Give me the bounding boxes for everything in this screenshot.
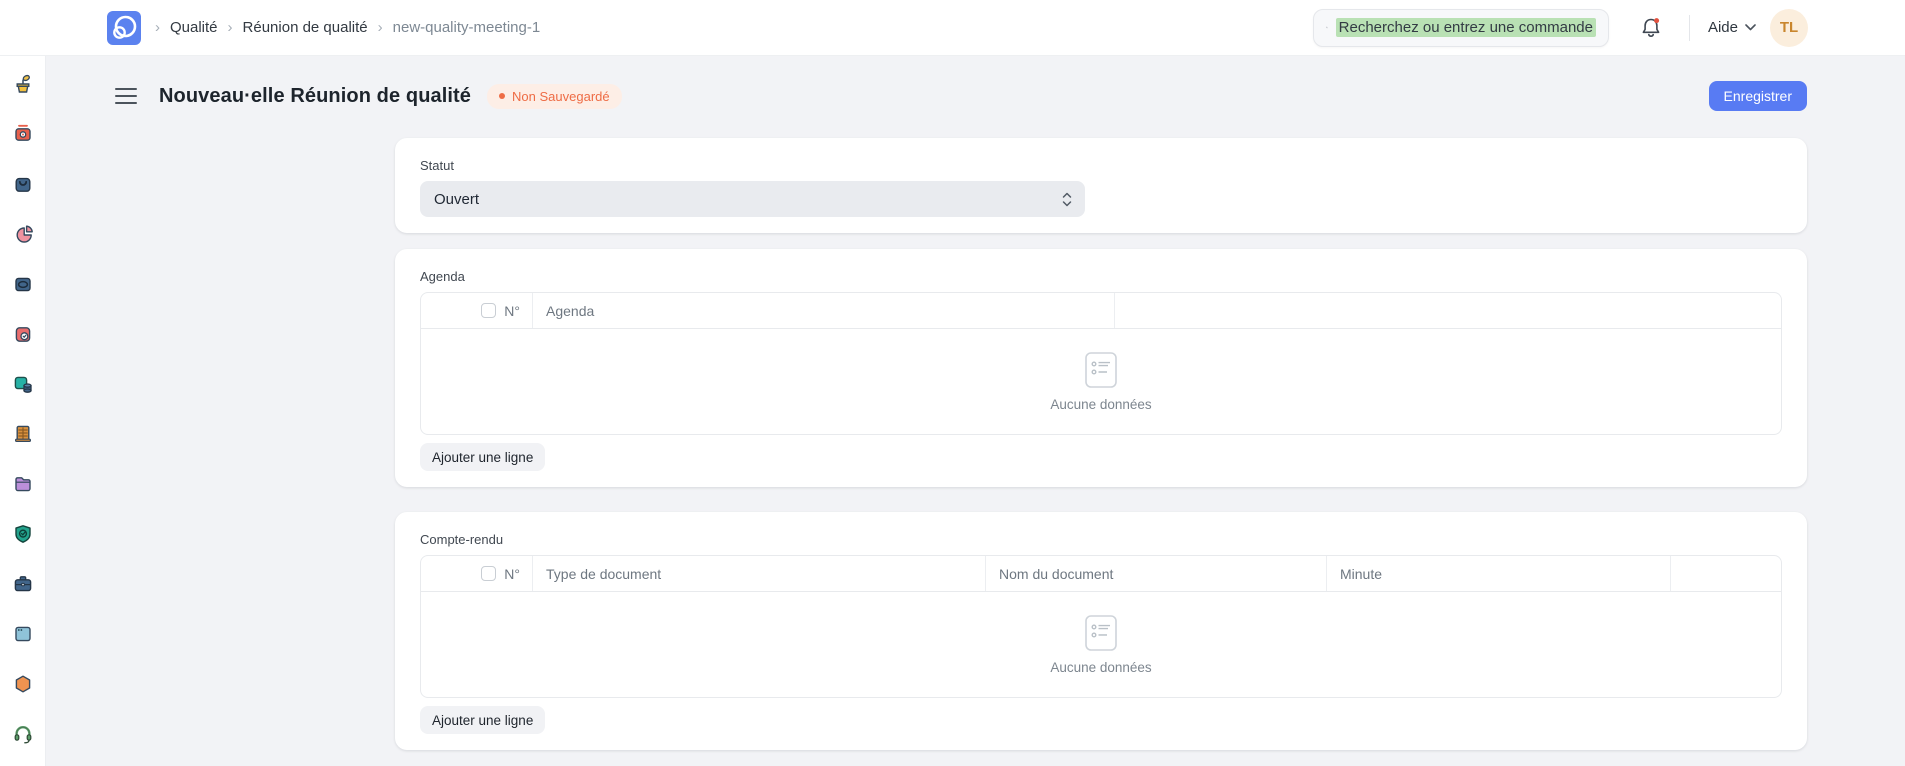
minutes-column-header-document-name: Nom du document: [986, 556, 1327, 591]
chevron-down-icon: [1745, 24, 1756, 31]
topbar-divider: [1689, 15, 1690, 41]
status-select-value: Ouvert: [434, 191, 1061, 208]
badge-dot-icon: [499, 93, 505, 99]
agenda-empty-state: Aucune données: [421, 329, 1781, 434]
sidebar-toggle-button[interactable]: [115, 87, 137, 105]
empty-list-icon: [1084, 351, 1118, 389]
breadcrumb-separator: ›: [378, 19, 383, 36]
global-search-input[interactable]: Recherchez ou entrez une commande: [1313, 9, 1609, 47]
sidebar-app-headset[interactable]: [11, 722, 35, 746]
select-all-checkbox[interactable]: [481, 303, 496, 318]
form-content: Statut Ouvert Agenda: [395, 138, 1807, 750]
headset-icon: [11, 722, 35, 746]
sidebar-app-window[interactable]: [11, 622, 35, 646]
row-number-header: N°: [504, 303, 520, 319]
empty-state-text: Aucune données: [1050, 397, 1151, 412]
status-badge-label: Non Sauvegardé: [512, 89, 610, 104]
quality-shield-icon: [11, 522, 35, 546]
minutes-grid-header: N° Type de document Nom du document Minu…: [421, 556, 1781, 592]
minutes-table-label: Compte-rendu: [420, 532, 1782, 547]
breadcrumb-separator: ›: [228, 19, 233, 36]
sidebar-app-shopping-bag[interactable]: [11, 172, 35, 196]
sidebar-app-data-cube[interactable]: [11, 372, 35, 396]
sidebar-app-id-badge[interactable]: [11, 322, 35, 346]
sidebar-app-building[interactable]: [11, 422, 35, 446]
sidebar-app-plant[interactable]: [11, 72, 35, 96]
briefcase-icon: [11, 572, 35, 596]
folder-icon: [11, 472, 35, 496]
avatar-initials: TL: [1780, 19, 1798, 36]
page-title: Nouveau·elle Réunion de qualité: [159, 85, 471, 108]
id-badge-icon: [11, 322, 35, 346]
plant-icon: [11, 72, 35, 96]
window-icon: [11, 622, 35, 646]
minutes-column-header-document-type: Type de document: [533, 556, 986, 591]
row-number-header: N°: [504, 566, 520, 582]
search-placeholder-text: Recherchez ou entrez une commande: [1336, 18, 1596, 37]
minutes-add-row-button[interactable]: Ajouter une ligne: [420, 706, 545, 734]
agenda-add-row-button[interactable]: Ajouter une ligne: [420, 443, 545, 471]
breadcrumb-current-doc: new-quality-meeting-1: [393, 19, 541, 36]
hexagon-icon: [11, 672, 35, 696]
sidebar-app-camera[interactable]: [11, 122, 35, 146]
select-all-checkbox[interactable]: [481, 566, 496, 581]
minutes-empty-state: Aucune données: [421, 592, 1781, 697]
minutes-actions-header-cell: [1671, 556, 1782, 591]
sidebar-app-box[interactable]: [11, 272, 35, 296]
agenda-card: Agenda N° Agenda: [395, 249, 1807, 487]
agenda-grid-header: N° Agenda: [421, 293, 1781, 329]
empty-list-icon: [1084, 614, 1118, 652]
agenda-table-label: Agenda: [420, 269, 1782, 284]
agenda-idx-header-cell: N°: [421, 293, 533, 328]
save-button[interactable]: Enregistrer: [1709, 81, 1807, 111]
logo-icon: [107, 11, 141, 45]
bell-icon: [1640, 16, 1662, 39]
topbar: › Qualité › Réunion de qualité › new-qua…: [0, 0, 1905, 56]
status-field-label: Statut: [420, 158, 1782, 173]
pie-chart-icon: [11, 222, 35, 246]
shopping-bag-icon: [11, 172, 35, 196]
sidebar-app-hexagon[interactable]: [11, 672, 35, 696]
minutes-idx-header-cell: N°: [421, 556, 533, 591]
app-logo[interactable]: [107, 11, 141, 45]
breadcrumb-separator: ›: [155, 19, 160, 36]
user-avatar[interactable]: TL: [1770, 9, 1808, 47]
page-header: Nouveau·elle Réunion de qualité Non Sauv…: [115, 81, 1807, 111]
camera-icon: [11, 122, 35, 146]
agenda-column-header: Agenda: [533, 293, 1115, 328]
status-select[interactable]: Ouvert: [420, 181, 1085, 217]
main-area: Nouveau·elle Réunion de qualité Non Sauv…: [46, 56, 1905, 766]
status-badge: Non Sauvegardé: [487, 84, 622, 109]
empty-state-text: Aucune données: [1050, 660, 1151, 675]
minutes-grid: N° Type de document Nom du document Minu…: [420, 555, 1782, 698]
app-window: › Qualité › Réunion de qualité › new-qua…: [0, 0, 1905, 766]
sidebar-app-folder[interactable]: [11, 472, 35, 496]
help-menu-button[interactable]: Aide: [1708, 19, 1756, 36]
box-icon: [11, 272, 35, 296]
sidebar-app-briefcase[interactable]: [11, 572, 35, 596]
app-sidebar: [0, 56, 46, 766]
help-label: Aide: [1708, 19, 1738, 36]
search-icon: [1326, 19, 1328, 36]
data-cube-icon: [11, 372, 35, 396]
minutes-card: Compte-rendu N° Type de document Nom du …: [395, 512, 1807, 750]
breadcrumb: › Qualité › Réunion de qualité › new-qua…: [155, 19, 540, 36]
minutes-column-header-minute: Minute: [1327, 556, 1671, 591]
status-card: Statut Ouvert: [395, 138, 1807, 233]
building-icon: [11, 422, 35, 446]
notifications-button[interactable]: [1639, 16, 1663, 40]
agenda-actions-header-cell: [1115, 293, 1782, 328]
topbar-actions: Recherchez ou entrez une commande Aide T…: [1313, 9, 1808, 47]
breadcrumb-qualite[interactable]: Qualité: [170, 19, 218, 36]
agenda-grid: N° Agenda: [420, 292, 1782, 435]
sidebar-app-pie-chart[interactable]: [11, 222, 35, 246]
select-chevrons-icon: [1061, 191, 1073, 208]
sidebar-app-quality-shield[interactable]: [11, 522, 35, 546]
breadcrumb-reunion-de-qualite[interactable]: Réunion de qualité: [243, 19, 368, 36]
